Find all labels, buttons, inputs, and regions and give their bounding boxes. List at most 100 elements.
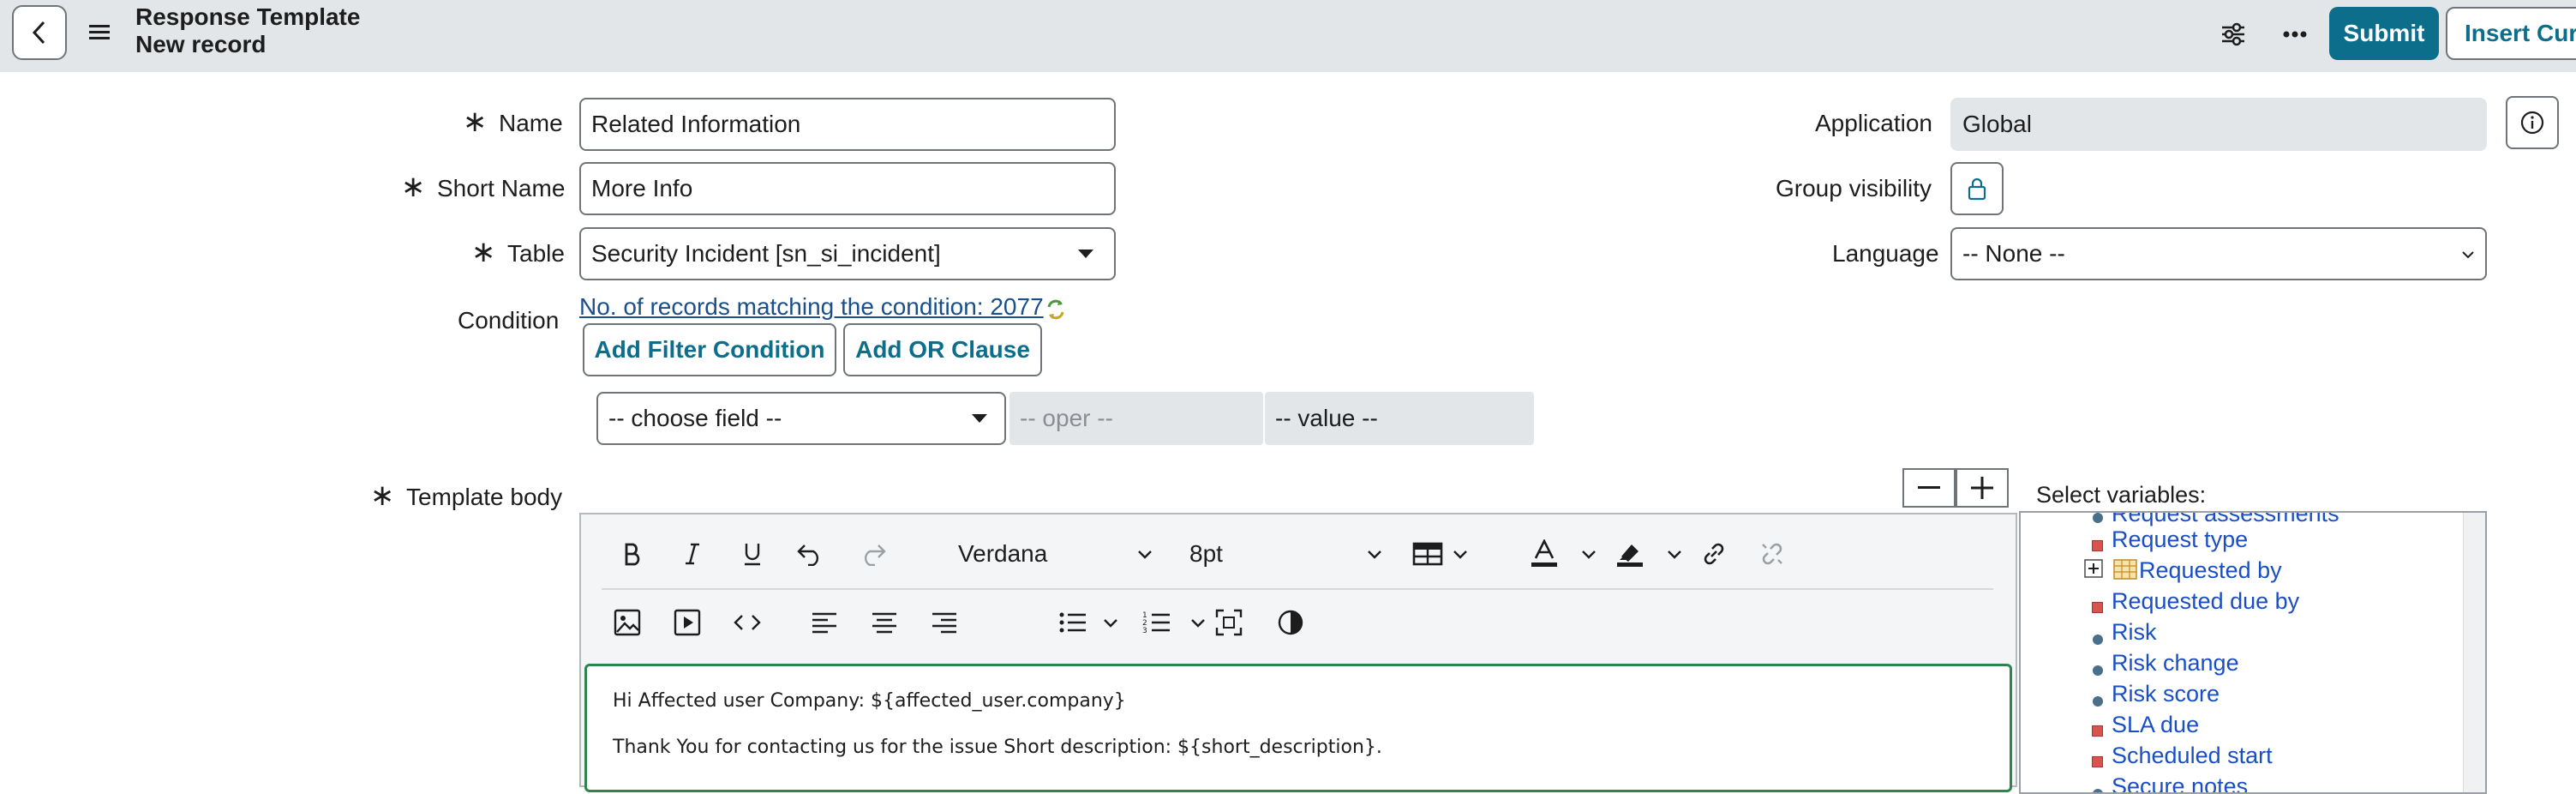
application-label: Application [1815, 110, 1932, 136]
table-icon[interactable] [1411, 537, 1445, 571]
select-variables-title: Select variables: [2036, 482, 2207, 508]
operator-select[interactable]: -- oper -- [1009, 392, 1263, 445]
numbered-list-icon[interactable]: 123 [1140, 605, 1174, 640]
hamburger-menu-icon[interactable] [89, 22, 110, 41]
choose-field-select[interactable]: -- choose field -- [596, 392, 1006, 445]
editor-content-area[interactable]: Hi Affected user Company: ${affected_use… [584, 664, 2012, 792]
chevron-down-icon[interactable] [1666, 549, 1683, 561]
plus-icon [1971, 477, 1993, 499]
expand-button[interactable] [1956, 468, 2009, 508]
chevron-down-icon [972, 414, 987, 423]
unlink-icon[interactable] [1755, 537, 1789, 571]
bold-icon[interactable] [615, 537, 650, 571]
align-left-icon[interactable] [807, 605, 842, 640]
name-label: Name [499, 110, 563, 136]
source-code-icon[interactable] [730, 605, 764, 640]
page-title: Response Template [135, 3, 361, 30]
variable-item[interactable]: Risk score [2112, 681, 2220, 707]
header-bar: Response Template New record Submit Inse… [0, 0, 2576, 72]
reference-table-icon [2113, 559, 2137, 580]
info-icon [2520, 111, 2544, 135]
required-mark: ∗ [401, 171, 426, 203]
insert-and-stay-button[interactable]: Insert Curr [2446, 7, 2576, 60]
contrast-icon[interactable] [1273, 605, 1308, 640]
settings-sliders-icon[interactable] [2216, 17, 2250, 51]
page-subtitle: New record [135, 31, 267, 57]
insert-image-icon[interactable] [610, 605, 644, 640]
redo-icon[interactable] [855, 537, 890, 571]
language-select[interactable]: -- None -- [1950, 227, 2487, 280]
variables-scrollbar[interactable] [2463, 513, 2485, 792]
font-size-select[interactable]: 8pt [1189, 540, 1223, 568]
chevron-down-icon[interactable] [1580, 549, 1597, 561]
value-field[interactable]: -- value -- [1265, 392, 1534, 445]
short-name-field[interactable]: More Info [579, 162, 1116, 215]
add-or-clause-button[interactable]: Add OR Clause [843, 323, 1042, 376]
variables-tree: Request assessments Request type Request… [2019, 511, 2487, 794]
short-name-label: Short Name [437, 175, 566, 202]
link-icon[interactable] [1697, 537, 1731, 571]
field-square-icon [2092, 602, 2103, 613]
variable-item[interactable]: Secure notes [2112, 773, 2248, 792]
text-color-icon[interactable] [1527, 537, 1561, 571]
table-select[interactable]: Security Incident [sn_si_incident] [579, 227, 1116, 280]
chevron-down-icon [2462, 251, 2474, 259]
align-center-icon[interactable] [867, 605, 902, 640]
table-select-value: Security Incident [sn_si_incident] [591, 240, 941, 267]
variable-item[interactable]: Request assessments [2112, 513, 2339, 527]
group-visibility-button[interactable] [1950, 162, 2004, 215]
undo-icon[interactable] [794, 537, 828, 571]
chevron-down-icon[interactable] [1136, 549, 1153, 561]
minus-icon [1918, 486, 1940, 489]
bullet-list-icon[interactable] [1056, 605, 1090, 640]
required-mark: ∗ [463, 105, 488, 138]
variable-item[interactable]: Request type [2112, 526, 2248, 553]
insert-video-icon[interactable] [670, 605, 704, 640]
shrink-button[interactable] [1902, 468, 1956, 508]
expand-plus-icon[interactable] [2084, 559, 2103, 578]
required-mark: ∗ [471, 236, 496, 268]
info-button[interactable] [2506, 96, 2559, 149]
variable-item[interactable]: Risk [2112, 619, 2157, 646]
language-select-value: -- None -- [1962, 240, 2065, 267]
field-dot-icon [2093, 789, 2103, 792]
condition-records-link[interactable]: No. of records matching the condition: 2… [579, 293, 1044, 321]
editor-line: Thank You for contacting us for the issu… [613, 737, 1382, 758]
language-label: Language [1832, 240, 1939, 267]
refresh-icon[interactable] [1044, 297, 1068, 322]
add-filter-condition-button[interactable]: Add Filter Condition [583, 323, 836, 376]
back-button[interactable] [12, 5, 67, 60]
chevron-down-icon[interactable] [1189, 617, 1207, 629]
underline-icon[interactable] [735, 537, 770, 571]
more-options-icon[interactable] [2278, 17, 2312, 51]
rich-text-editor: Verdana 8pt 123 Hi Affected user Company… [579, 513, 2017, 792]
chevron-down-icon[interactable] [1452, 549, 1469, 561]
condition-label: Condition [458, 307, 560, 334]
field-dot-icon [2093, 635, 2103, 645]
align-right-icon[interactable] [927, 605, 962, 640]
choose-field-value: -- choose field -- [608, 405, 782, 431]
chevron-down-icon[interactable] [1366, 549, 1383, 561]
italic-icon[interactable] [675, 537, 710, 571]
variable-item[interactable]: Risk change [2112, 650, 2239, 677]
field-square-icon [2092, 540, 2103, 551]
highlight-color-icon[interactable] [1613, 537, 1647, 571]
field-dot-icon [2093, 665, 2103, 676]
svg-text:3: 3 [1142, 627, 1147, 635]
chevron-left-icon [32, 21, 45, 45]
editor-line: Hi Affected user Company: ${affected_use… [613, 690, 1126, 712]
variable-item[interactable]: Scheduled start [2112, 743, 2273, 769]
font-family-select[interactable]: Verdana [958, 540, 1047, 568]
variable-item[interactable]: Requested by [2139, 557, 2282, 584]
variable-item[interactable]: SLA due [2112, 712, 2199, 738]
field-square-icon [2092, 756, 2103, 767]
fullscreen-icon[interactable] [1212, 605, 1246, 640]
group-visibility-label: Group visibility [1776, 175, 1932, 202]
name-field[interactable]: Related Information [579, 98, 1116, 151]
field-dot-icon [2093, 696, 2103, 707]
variable-item[interactable]: Requested due by [2112, 588, 2299, 615]
required-mark: ∗ [370, 479, 395, 512]
chevron-down-icon [1078, 250, 1093, 258]
chevron-down-icon[interactable] [1102, 617, 1119, 629]
submit-button[interactable]: Submit [2329, 7, 2439, 60]
